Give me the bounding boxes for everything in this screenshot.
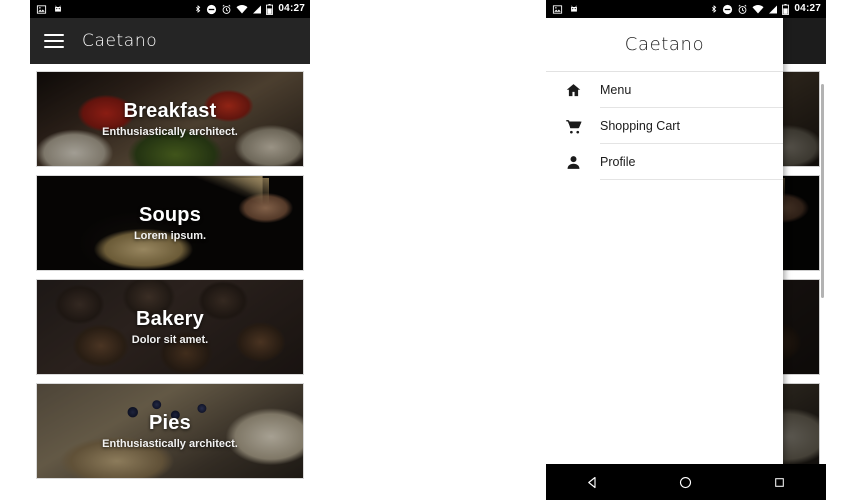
battery-icon bbox=[782, 3, 790, 15]
wifi-icon bbox=[752, 4, 764, 13]
card-subtitle: Lorem ipsum. bbox=[133, 230, 207, 242]
category-card-breakfast[interactable]: Breakfast Enthusiastically architect. bbox=[36, 71, 304, 167]
drawer-item-label: Profile bbox=[600, 155, 636, 169]
home-circle-icon bbox=[680, 476, 692, 488]
battery-icon bbox=[266, 3, 274, 15]
drawer-header: Caetano bbox=[546, 18, 783, 72]
recents-square-icon bbox=[775, 477, 784, 487]
card-title: Bakery bbox=[136, 308, 204, 330]
drawer-title: Caetano bbox=[624, 34, 705, 55]
system-navigation-bar bbox=[546, 464, 826, 500]
card-title: Soups bbox=[138, 204, 202, 226]
status-bar-right-icons: 04:27 bbox=[710, 3, 821, 15]
status-bar: 04:27 bbox=[30, 0, 310, 18]
category-card-soups[interactable]: Soups Lorem ipsum. bbox=[36, 175, 304, 271]
status-bar-left-icons bbox=[552, 4, 579, 15]
navigation-drawer: Caetano Menu Shopping Cart Profile bbox=[546, 18, 783, 464]
recents-button[interactable] bbox=[759, 464, 799, 500]
shopping-cart-icon bbox=[546, 118, 600, 135]
do-not-disturb-icon bbox=[207, 4, 217, 14]
category-card-pies[interactable]: Pies Enthusiastically architect. bbox=[36, 383, 304, 479]
signal-icon bbox=[769, 5, 778, 13]
card-subtitle: Enthusiastically architect. bbox=[102, 438, 238, 450]
status-bar: 04:27 bbox=[546, 0, 826, 18]
signal-icon bbox=[253, 5, 262, 13]
back-button[interactable] bbox=[573, 464, 613, 500]
status-bar-left-icons bbox=[36, 4, 63, 15]
app-bar-title: Caetano bbox=[82, 31, 158, 51]
drawer-item-label: Menu bbox=[600, 83, 632, 97]
card-subtitle: Dolor sit amet. bbox=[131, 334, 209, 346]
vertical-scrollbar[interactable] bbox=[821, 84, 824, 298]
drawer-item-menu[interactable]: Menu bbox=[546, 72, 783, 108]
person-icon bbox=[546, 154, 600, 171]
card-title: Breakfast bbox=[123, 100, 217, 122]
drawer-item-profile[interactable]: Profile bbox=[546, 144, 783, 180]
back-triangle-icon bbox=[588, 476, 596, 488]
android-robot-icon bbox=[571, 5, 577, 12]
status-bar-right-icons: 04:27 bbox=[194, 3, 305, 15]
category-card-list[interactable]: Breakfast Enthusiastically architect. So… bbox=[30, 64, 310, 500]
android-robot-icon bbox=[55, 5, 61, 12]
wifi-icon bbox=[236, 4, 248, 13]
drawer-item-label: Shopping Cart bbox=[600, 119, 680, 133]
alarm-icon bbox=[738, 4, 747, 14]
hamburger-icon[interactable] bbox=[44, 34, 64, 48]
image-icon bbox=[552, 4, 563, 14]
left-phone-screen: 04:27 Caetano Breakfast Enthusiastically… bbox=[30, 0, 310, 500]
right-phone-screen: 04:27 Caetano Menu Shopping Cart Profile bbox=[546, 0, 826, 500]
bluetooth-icon bbox=[196, 5, 201, 13]
category-card-bakery[interactable]: Bakery Dolor sit amet. bbox=[36, 279, 304, 375]
image-icon bbox=[36, 4, 47, 14]
do-not-disturb-icon bbox=[723, 4, 733, 14]
bluetooth-icon bbox=[712, 5, 717, 13]
home-button[interactable] bbox=[666, 464, 706, 500]
app-bar: Caetano bbox=[30, 18, 310, 64]
screenshot-stage: 04:27 Caetano Breakfast Enthusiastically… bbox=[0, 0, 850, 500]
alarm-icon bbox=[222, 4, 231, 14]
status-bar-clock: 04:27 bbox=[794, 3, 821, 14]
card-title: Pies bbox=[149, 412, 191, 434]
status-bar-clock: 04:27 bbox=[278, 3, 305, 14]
home-icon bbox=[546, 82, 600, 99]
drawer-item-shopping-cart[interactable]: Shopping Cart bbox=[546, 108, 783, 144]
card-subtitle: Enthusiastically architect. bbox=[102, 126, 238, 138]
